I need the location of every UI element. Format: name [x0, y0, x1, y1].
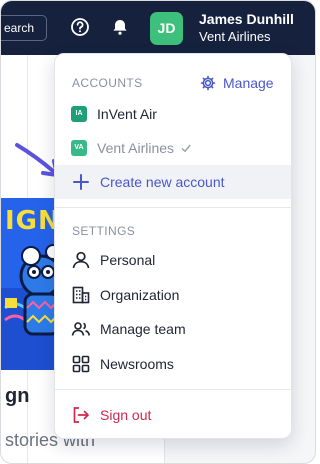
create-account-label: Create new account	[100, 174, 225, 190]
org-badge: IA	[71, 106, 87, 122]
search-button[interactable]: earch	[1, 15, 47, 41]
accounts-section-label: ACCOUNTS	[72, 76, 143, 90]
sign-out-icon	[73, 407, 89, 423]
gear-icon	[200, 75, 216, 91]
building-icon	[72, 286, 90, 304]
menu-item-label: Organization	[100, 287, 180, 303]
sign-out-button[interactable]: Sign out	[55, 398, 291, 432]
plus-icon	[73, 174, 89, 190]
user-name[interactable]: James Dunhill	[199, 11, 294, 27]
create-account-button[interactable]: Create new account	[55, 165, 291, 199]
user-organization[interactable]: Vent Airlines	[199, 29, 271, 44]
section-divider	[55, 389, 291, 390]
account-item-invent-air[interactable]: IA InVent Air	[55, 97, 291, 131]
menu-item-label: Manage team	[100, 321, 186, 337]
help-icon[interactable]	[70, 17, 90, 37]
manage-label: Manage	[223, 75, 274, 91]
menu-item-label: Personal	[100, 252, 156, 268]
top-bar: earch JD James Dunhill Vent Airlines	[1, 1, 315, 55]
menu-item-organization[interactable]: Organization	[55, 278, 291, 312]
menu-item-manage-team[interactable]: Manage team	[55, 312, 291, 346]
settings-section-label: SETTINGS	[72, 224, 136, 238]
account-menu: ACCOUNTS Manage IA InVent Air VA Vent Ai…	[54, 53, 292, 439]
manage-button[interactable]: Manage	[200, 73, 274, 93]
check-icon	[181, 144, 191, 153]
app-frame: IGN! gn stories with earch JD James Dunh…	[0, 0, 316, 464]
card-title: gn	[5, 385, 30, 407]
account-item-vent-airlines[interactable]: VA Vent Airlines	[55, 131, 291, 165]
avatar[interactable]: JD	[150, 12, 183, 45]
team-icon	[71, 322, 91, 336]
section-divider	[55, 207, 291, 208]
menu-item-label: Newsrooms	[100, 356, 174, 372]
menu-item-personal[interactable]: Personal	[55, 243, 291, 277]
person-icon	[72, 251, 90, 269]
account-name: Vent Airlines	[97, 140, 175, 156]
org-badge: VA	[71, 140, 87, 156]
menu-item-newsrooms[interactable]: Newsrooms	[55, 347, 291, 381]
bell-icon[interactable]	[110, 17, 130, 37]
account-name: InVent Air	[97, 106, 157, 122]
grid-icon	[72, 355, 90, 373]
sign-out-label: Sign out	[100, 407, 152, 423]
